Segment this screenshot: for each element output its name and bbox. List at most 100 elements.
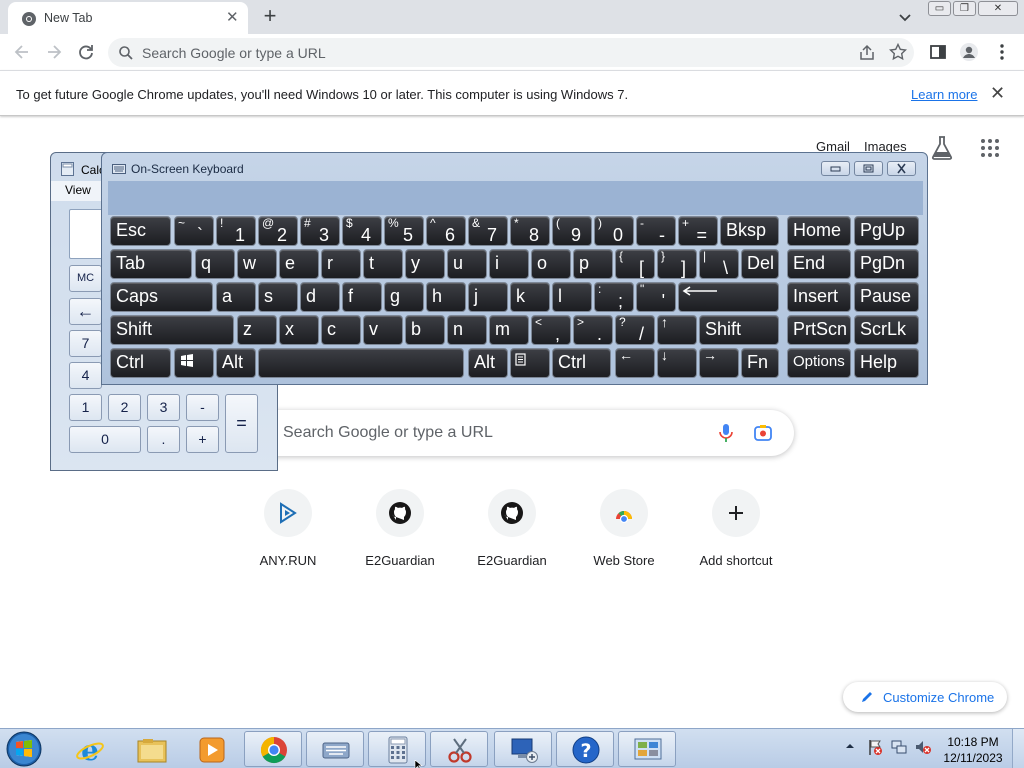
address-bar[interactable]: Search Google or type a URL xyxy=(108,38,914,67)
key-d[interactable]: d xyxy=(300,282,340,312)
key-l[interactable]: l xyxy=(552,282,592,312)
backspace-button[interactable]: ← xyxy=(69,298,102,325)
key-quote[interactable]: " ' xyxy=(636,282,676,312)
subtract-button[interactable]: - xyxy=(186,394,219,421)
key-e[interactable]: e xyxy=(279,249,319,279)
key-slash[interactable]: ? / xyxy=(615,315,655,345)
key-j[interactable]: j xyxy=(468,282,508,312)
taskbar-control-panel[interactable] xyxy=(618,731,676,767)
key-b[interactable]: b xyxy=(405,315,445,345)
infobar-close-icon[interactable]: ✕ xyxy=(990,83,1005,103)
taskbar-chrome[interactable] xyxy=(244,731,302,767)
key-arrow-right[interactable]: → xyxy=(699,348,739,378)
profile-avatar-icon[interactable] xyxy=(959,42,979,62)
tab-search-chevron-icon[interactable] xyxy=(896,9,914,27)
key-x[interactable]: x xyxy=(279,315,319,345)
key-c[interactable]: c xyxy=(321,315,361,345)
volume-muted-icon[interactable] xyxy=(914,738,932,756)
key-equal[interactable]: + = xyxy=(678,216,718,246)
minimize-button[interactable]: ▭ xyxy=(928,1,951,16)
key-caps-lock[interactable]: Caps xyxy=(110,282,213,312)
osk-restore-button[interactable] xyxy=(854,161,883,176)
restore-button[interactable]: ❐ xyxy=(953,1,976,16)
decimal-button[interactable]: . xyxy=(147,426,180,453)
key-7[interactable]: & 7 xyxy=(468,216,508,246)
forward-arrow-icon[interactable] xyxy=(44,42,64,62)
key-grave[interactable]: ~ ` xyxy=(174,216,214,246)
share-icon[interactable] xyxy=(858,44,876,62)
key-alt-right[interactable]: Alt xyxy=(468,348,508,378)
taskbar-internet-explorer[interactable]: e xyxy=(60,731,118,767)
customize-chrome-button[interactable]: Customize Chrome xyxy=(843,682,1007,712)
key-z[interactable]: z xyxy=(237,315,277,345)
key-n[interactable]: n xyxy=(447,315,487,345)
digit-3-button[interactable]: 3 xyxy=(147,394,180,421)
key-minus[interactable]: -- xyxy=(636,216,676,246)
bookmark-star-icon[interactable] xyxy=(889,43,907,61)
digit-1-button[interactable]: 1 xyxy=(69,394,102,421)
key-insert[interactable]: Insert xyxy=(787,282,851,312)
key-f[interactable]: f xyxy=(342,282,382,312)
tab-new-tab[interactable]: New Tab ✕ xyxy=(8,2,248,34)
key-v[interactable]: v xyxy=(363,315,403,345)
key-menu[interactable] xyxy=(510,348,550,378)
key-windows[interactable] xyxy=(174,348,214,378)
key-w[interactable]: w xyxy=(237,249,277,279)
key-fn[interactable]: Fn xyxy=(741,348,779,378)
key-esc[interactable]: Esc xyxy=(110,216,171,246)
network-icon[interactable] xyxy=(890,738,908,756)
key-q[interactable]: q xyxy=(195,249,235,279)
show-hidden-icons-arrow-icon[interactable] xyxy=(845,741,855,751)
tab-close-icon[interactable]: ✕ xyxy=(226,10,239,26)
key-y[interactable]: y xyxy=(405,249,445,279)
shortcut-tile[interactable]: E2Guardian xyxy=(456,487,568,577)
key-pgdn[interactable]: PgDn xyxy=(854,249,919,279)
key-prtscn[interactable]: PrtScn xyxy=(787,315,851,345)
reload-icon[interactable] xyxy=(76,42,96,62)
key-m[interactable]: m xyxy=(489,315,529,345)
key-arrow-up[interactable]: ↑ xyxy=(657,315,697,345)
key-9[interactable]: (9 xyxy=(552,216,592,246)
key-semicolon[interactable]: :; xyxy=(594,282,634,312)
key-h[interactable]: h xyxy=(426,282,466,312)
key-ctrl-right[interactable]: Ctrl xyxy=(552,348,611,378)
key-t[interactable]: t xyxy=(363,249,403,279)
key-backslash[interactable]: | \ xyxy=(699,249,739,279)
key-s[interactable]: s xyxy=(258,282,298,312)
shortcut-tile[interactable]: Web Store xyxy=(568,487,680,577)
equals-button[interactable]: = xyxy=(225,394,258,453)
digit-2-button[interactable]: 2 xyxy=(108,394,141,421)
key-tab[interactable]: Tab xyxy=(110,249,192,279)
key-ctrl-left[interactable]: Ctrl xyxy=(110,348,171,378)
digit-7-button[interactable]: 7 xyxy=(69,330,102,357)
key-options[interactable]: Options xyxy=(787,348,851,378)
key-help[interactable]: Help xyxy=(854,348,919,378)
key-r[interactable]: r xyxy=(321,249,361,279)
key-left-bracket[interactable]: {[ xyxy=(615,249,655,279)
clock-date[interactable]: 12/11/2023 xyxy=(940,751,1006,765)
osk-close-button[interactable] xyxy=(887,161,916,176)
taskbar-media-player[interactable] xyxy=(182,731,240,767)
key-i[interactable]: i xyxy=(489,249,529,279)
key-u[interactable]: u xyxy=(447,249,487,279)
taskbar-on-screen-keyboard[interactable] xyxy=(306,731,364,767)
key-scrlk[interactable]: ScrLk xyxy=(854,315,919,345)
action-center-flag-icon[interactable] xyxy=(866,738,884,756)
labs-flask-icon[interactable] xyxy=(930,135,954,161)
add-shortcut-tile[interactable]: Add shortcut xyxy=(680,487,792,577)
key-arrow-left[interactable]: ← xyxy=(615,348,655,378)
key-3[interactable]: #3 xyxy=(300,216,340,246)
key-5[interactable]: % 5 xyxy=(384,216,424,246)
voice-search-mic-icon[interactable] xyxy=(718,423,734,443)
key-home[interactable]: Home xyxy=(787,216,851,246)
key-a[interactable]: a xyxy=(216,282,256,312)
osk-minimize-button[interactable] xyxy=(821,161,850,176)
close-window-button[interactable]: ✕ xyxy=(978,1,1018,16)
key-end[interactable]: End xyxy=(787,249,851,279)
key-shift-left[interactable]: Shift xyxy=(110,315,234,345)
key-right-bracket[interactable]: }] xyxy=(657,249,697,279)
new-tab-button[interactable]: + xyxy=(260,5,280,27)
key-p[interactable]: p xyxy=(573,249,613,279)
digit-4-button[interactable]: 4 xyxy=(69,362,102,389)
memory-clear-button[interactable]: MC xyxy=(69,265,102,292)
